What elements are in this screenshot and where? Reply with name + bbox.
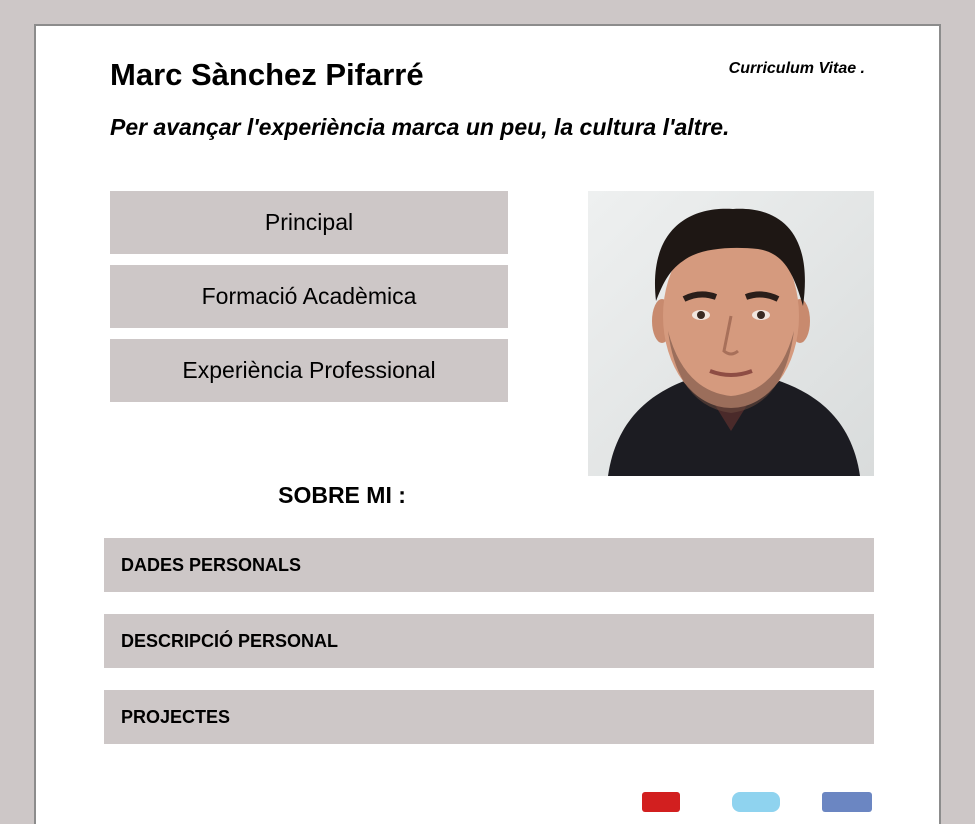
facebook-icon[interactable]	[822, 792, 872, 812]
cv-page: Marc Sànchez Pifarré Curriculum Vitae . …	[34, 24, 941, 824]
pdf-icon[interactable]	[642, 792, 680, 812]
nav-formacio-academica-button[interactable]: Formació Acadèmica	[110, 265, 508, 328]
accordion-projectes[interactable]: PROJECTES	[104, 690, 874, 744]
accordion-dades-personals[interactable]: DADES PERSONALS	[104, 538, 874, 592]
motto: Per avançar l'experiència marca un peu, …	[110, 114, 730, 140]
person-name: Marc Sànchez Pifarré	[110, 57, 424, 92]
nav-principal-button[interactable]: Principal	[110, 191, 508, 254]
profile-photo	[588, 191, 874, 476]
cv-label: Curriculum Vitae .	[728, 60, 865, 77]
accordion-descripcio-personal[interactable]: DESCRIPCIÓ PERSONAL	[104, 614, 874, 668]
nav-experiencia-professional-button[interactable]: Experiència Professional	[110, 339, 508, 402]
twitter-icon[interactable]	[732, 792, 780, 812]
about-me-heading: SOBRE MI :	[278, 482, 406, 508]
